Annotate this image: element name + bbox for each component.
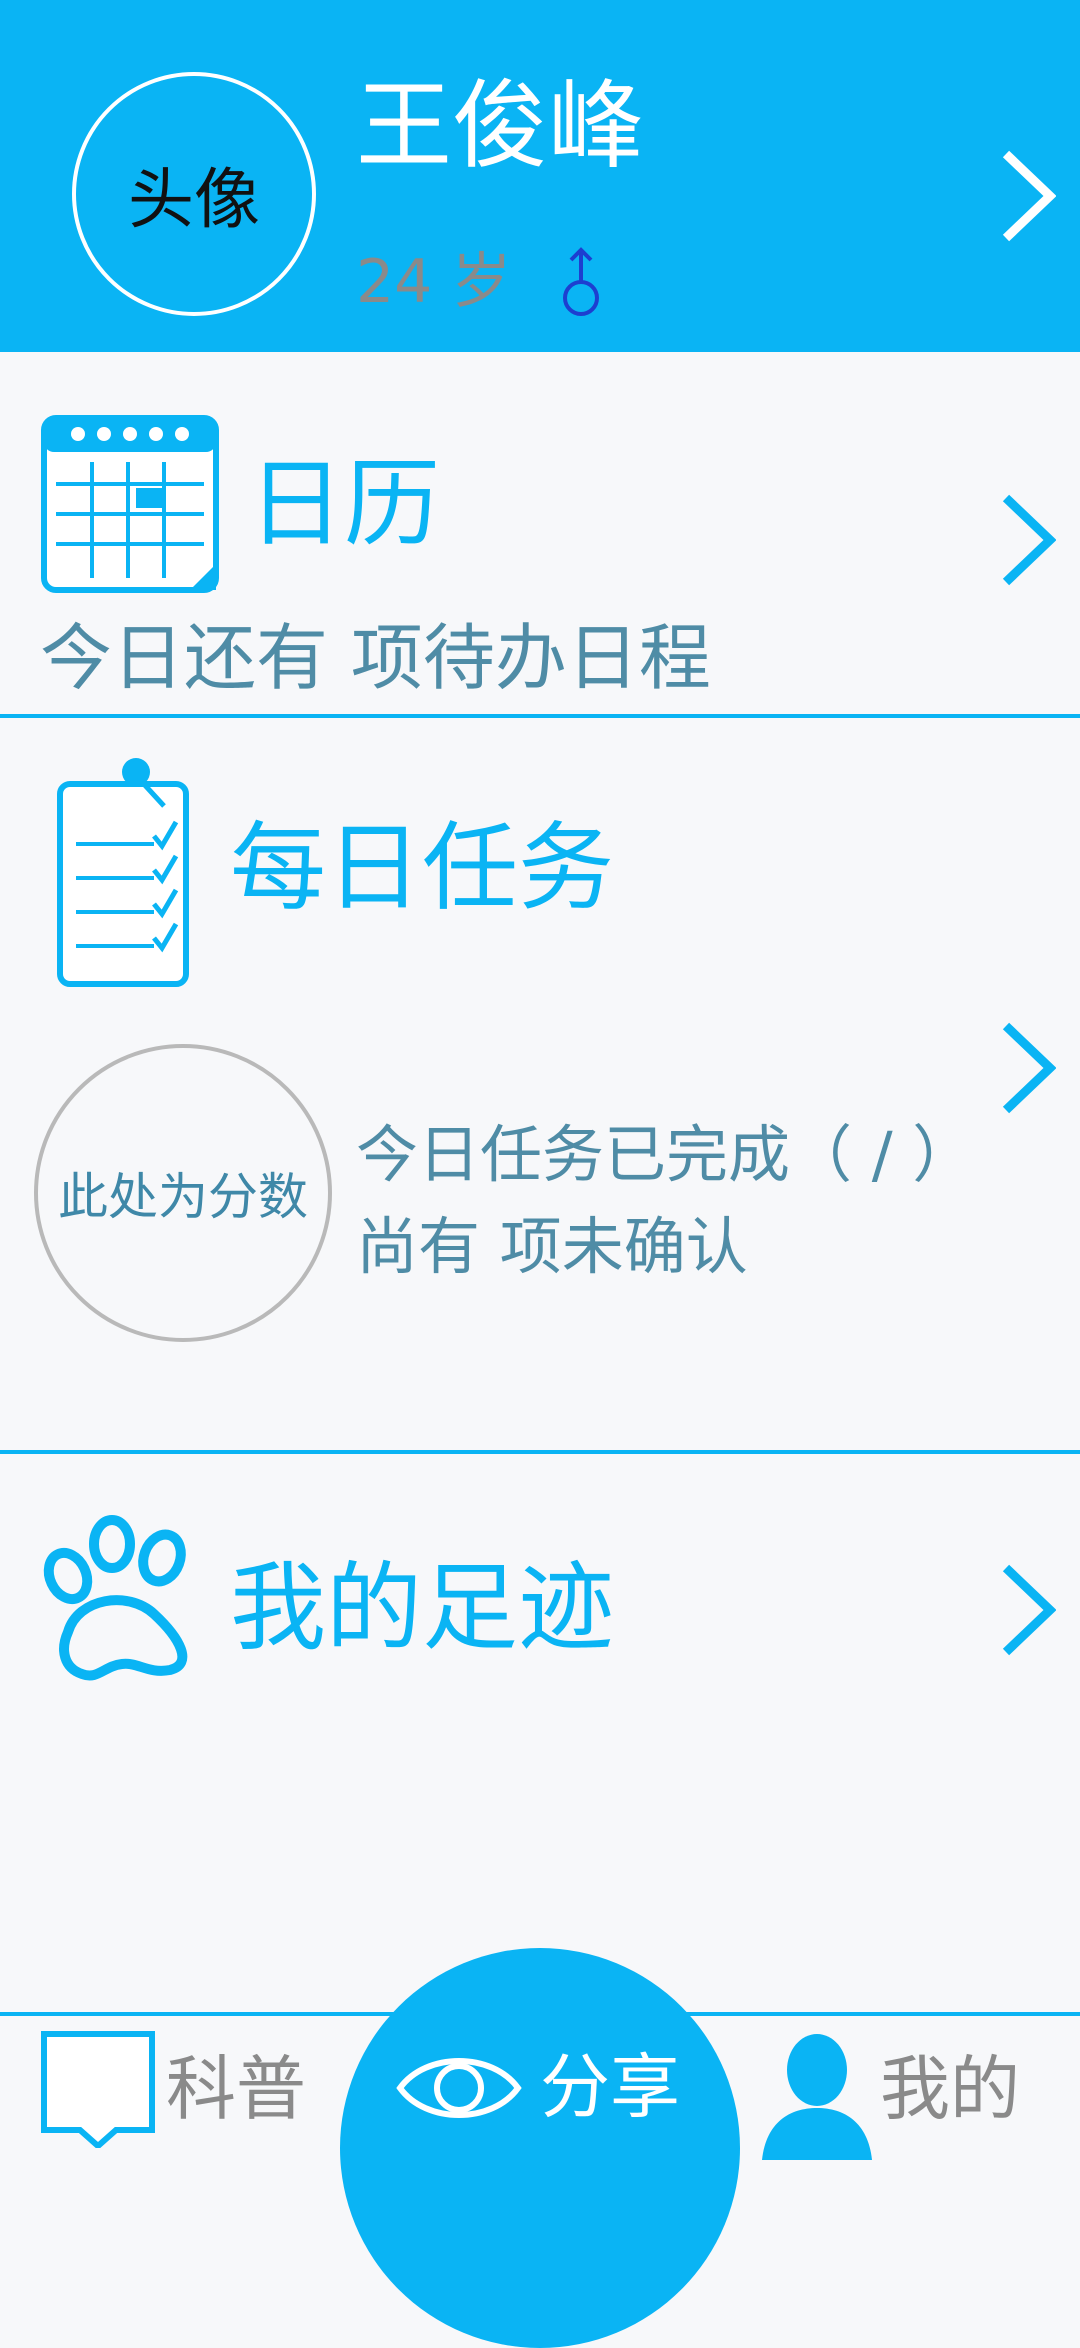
tasks-completed-text: 今日任务已完成（ / ） bbox=[356, 1118, 975, 1191]
daily-tasks-title: 每日任务 bbox=[230, 812, 614, 924]
calendar-icon bbox=[41, 415, 219, 593]
nav-science-label: 科普 bbox=[166, 2048, 306, 2130]
nav-mine[interactable]: 我的 bbox=[740, 2016, 1080, 2160]
calendar-subtitle: 今日还有 项待办日程 bbox=[40, 616, 711, 700]
user-age: 24 岁 bbox=[356, 247, 512, 317]
nav-mine-label: 我的 bbox=[880, 2048, 1020, 2130]
user-icon bbox=[762, 2034, 872, 2160]
score-circle: 此处为分数 bbox=[34, 1044, 332, 1342]
avatar[interactable]: 头像 bbox=[72, 72, 316, 316]
profile-chevron-right-icon[interactable] bbox=[1000, 148, 1056, 244]
avatar-label: 头像 bbox=[128, 161, 260, 238]
daily-tasks-section[interactable]: 每日任务 此处为分数 今日任务已完成（ / ） 尚有 项未确认 bbox=[0, 718, 1080, 1450]
nav-share-label: 分享 bbox=[540, 2046, 680, 2128]
footprints-chevron-right-icon[interactable] bbox=[1000, 1562, 1056, 1658]
eye-icon bbox=[396, 2058, 522, 2118]
user-name: 王俊峰 bbox=[356, 70, 644, 182]
paw-icon bbox=[43, 1515, 188, 1681]
footprints-title: 我的足迹 bbox=[230, 1552, 614, 1664]
footprints-section[interactable]: 我的足迹 bbox=[0, 1454, 1080, 1754]
nav-science[interactable]: 科普 bbox=[0, 2016, 330, 2160]
score-label: 此处为分数 bbox=[58, 1168, 308, 1226]
book-icon bbox=[41, 2031, 155, 2148]
tasks-chevron-right-icon[interactable] bbox=[1000, 1020, 1056, 1116]
calendar-section[interactable]: 日历 今日还有 项待办日程 bbox=[0, 352, 1080, 714]
tasks-unconfirmed-text: 尚有 项未确认 bbox=[356, 1210, 748, 1283]
profile-header[interactable]: 头像 王俊峰 24 岁 bbox=[0, 0, 1080, 352]
male-symbol-icon bbox=[563, 247, 599, 316]
calendar-chevron-right-icon[interactable] bbox=[1000, 492, 1056, 588]
calendar-title: 日历 bbox=[248, 448, 440, 560]
nav-share[interactable]: 分享 bbox=[360, 2016, 720, 2160]
task-checklist-icon bbox=[57, 758, 189, 987]
